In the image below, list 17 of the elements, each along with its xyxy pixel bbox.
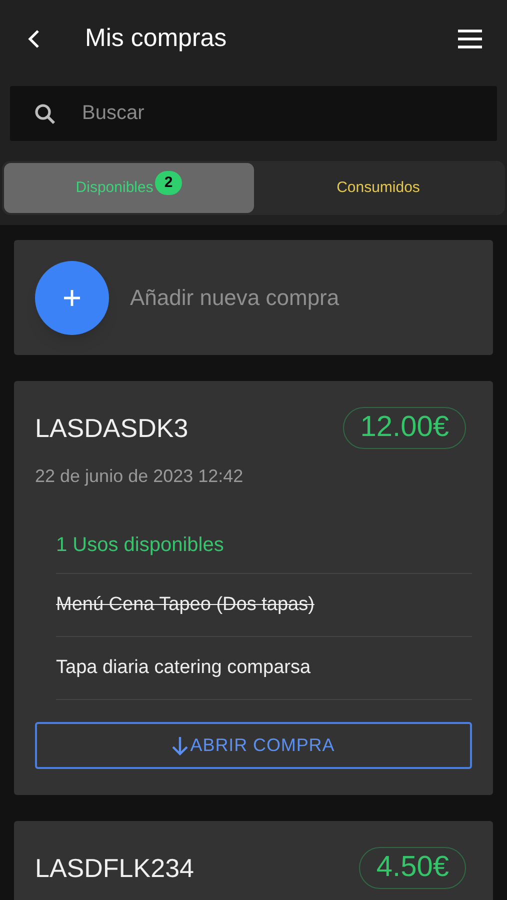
uses-available: 1 Usos disponibles <box>56 516 472 574</box>
add-purchase-button[interactable]: Añadir nueva compra <box>14 240 493 355</box>
open-purchase-button[interactable]: ABRIR COMPRA <box>35 722 472 769</box>
purchase-code: LASDFLK234 <box>35 852 194 884</box>
page-title: Mis compras <box>85 23 227 54</box>
purchase-code: LASDASDK3 <box>35 412 188 444</box>
menu-icon[interactable] <box>457 29 483 49</box>
tab[interactable]: Disponibles 2 <box>4 163 254 213</box>
tab[interactable]: Consumidos <box>254 163 503 213</box>
arrow-down-icon <box>172 736 188 756</box>
purchase-item: Menú Cena Tapeo (Dos tapas) <box>56 592 314 617</box>
count-badge: 2 <box>155 171 182 195</box>
price-badge: 12.00€ <box>343 407 466 449</box>
search-icon <box>34 102 56 124</box>
price-badge: 4.50€ <box>359 847 466 889</box>
purchase-item: Tapa diaria catering comparsa <box>56 656 311 680</box>
purchase-date: 22 de junio de 2023 12:42 <box>35 465 244 488</box>
